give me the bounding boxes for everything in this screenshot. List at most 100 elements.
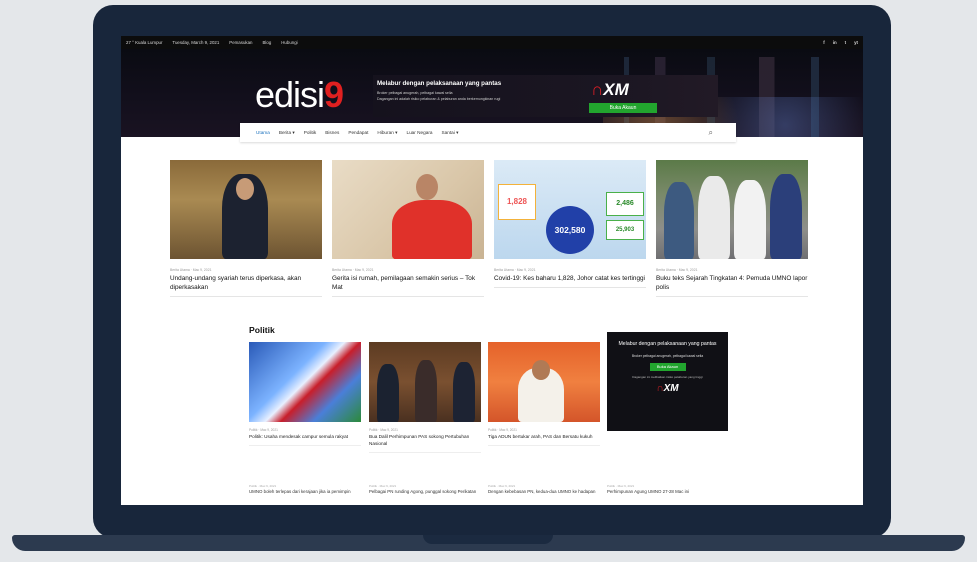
featured-image[interactable] xyxy=(332,160,484,259)
weather-text: 27 ° Kuala Lumpur xyxy=(126,40,163,45)
person-figure xyxy=(415,360,437,422)
nav-item-berita[interactable]: Berita ▾ xyxy=(279,130,295,136)
sidebar-ad-cta-button[interactable]: Buka Akaun xyxy=(649,363,686,371)
facebook-icon[interactable]: f xyxy=(823,40,824,45)
topbar-link-hubungi[interactable]: Hubungi xyxy=(281,40,297,45)
featured-image[interactable] xyxy=(170,160,322,259)
person-figure xyxy=(453,362,475,422)
politik-card[interactable]: Politik · Mac 9, 2021 Tiga ADUN bertukar… xyxy=(488,342,600,446)
list-item-meta: Politik · Mac 9, 2021 xyxy=(249,484,277,488)
featured-meta: Berita Utama · Mac 9, 2021 xyxy=(170,268,212,272)
list-item-meta: Politik · Mac 9, 2021 xyxy=(488,484,516,488)
site-logo[interactable]: edisi9 xyxy=(255,74,344,115)
topbar-link-pemasukan[interactable]: Pemasukan xyxy=(229,40,252,45)
nav-item-politik[interactable]: Politik xyxy=(304,130,317,135)
person-figure xyxy=(664,182,694,259)
divider xyxy=(494,287,646,288)
twitter-icon[interactable]: t xyxy=(845,40,846,45)
ad-cta-button[interactable]: Buka Akaun xyxy=(589,103,657,113)
header-ad-banner[interactable]: Melabur dengan pelaksanaan yang pantas B… xyxy=(373,75,718,117)
person-face xyxy=(532,360,550,380)
person-figure xyxy=(698,176,730,259)
main-nav: Utama Berita ▾ Politik Bisnes Pendapat H… xyxy=(240,123,736,142)
person-figure xyxy=(770,174,802,259)
sidebar-ad-brand: ∩XM xyxy=(607,383,728,394)
list-item-title[interactable]: UMNO boleh terlepas dari kerajaan jika i… xyxy=(249,489,359,495)
logo-accent: 9 xyxy=(324,74,344,115)
politik-headline[interactable]: Bua Dalil Perhimpunan PAS sokong Pertubu… xyxy=(369,433,481,447)
politik-meta: Politik · Mac 9, 2021 xyxy=(369,428,398,432)
politik-headline[interactable]: Tiga ADUN bertukar arah, PAS dan Bersatu… xyxy=(488,433,600,440)
ad-brand: ∩XM xyxy=(591,80,629,100)
list-item-title[interactable]: Dengan kebebasan PN, kedua-dua UMNO ke h… xyxy=(488,489,598,495)
nav-item-luar-negara[interactable]: Luar Negara xyxy=(406,130,432,135)
divider xyxy=(369,452,481,453)
laptop-notch xyxy=(423,535,553,544)
covid-recovered: 2,486 xyxy=(606,192,644,216)
covid-total: 302,580 xyxy=(546,206,594,254)
politik-image[interactable] xyxy=(369,342,481,422)
politik-headline[interactable]: Politik: Usaha mendesak campur semula ra… xyxy=(249,433,361,440)
featured-image[interactable] xyxy=(656,160,808,259)
featured-meta: Berita Utama · Mac 9, 2021 xyxy=(332,268,374,272)
nav-item-bisnes[interactable]: Bisnes xyxy=(325,130,339,135)
ad-brand-text: XM xyxy=(603,80,629,99)
ad-line-2: Dagangan ini adalah risiko pelaburan & p… xyxy=(377,97,501,101)
search-icon[interactable]: ⌕ xyxy=(709,128,713,138)
featured-headline[interactable]: Gerita isi rumah, pemilagaan semakin ser… xyxy=(332,274,484,292)
xm-logo-icon: ∩ xyxy=(656,383,664,394)
featured-card[interactable]: Berita Utama · Mac 9, 2021 Gerita isi ru… xyxy=(332,160,484,297)
sidebar-ad-note: Dagangan ini melibatkan risiko pelaburan… xyxy=(632,375,703,379)
sidebar-ad-brand-text: XM xyxy=(663,383,679,394)
sidebar-ad[interactable]: Melabur dengan pelaksanaan yang pantas B… xyxy=(607,332,728,431)
divider xyxy=(332,296,484,297)
featured-headline[interactable]: Undang-undang syariah terus diperkasa, a… xyxy=(170,274,322,292)
sidebar-ad-subtitle: Broker pelbagai anugerah, pelbagai kawal… xyxy=(631,354,704,358)
nav-item-pendapat[interactable]: Pendapat xyxy=(348,130,368,135)
list-item[interactable]: Politik · Mac 9, 2021 Dengan kebebasan P… xyxy=(488,484,598,495)
featured-card[interactable]: Berita Utama · Mac 9, 2021 Undang-undang… xyxy=(170,160,322,297)
featured-meta: Berita Utama · Mac 9, 2021 xyxy=(656,268,698,272)
list-item-meta: Politik · Mac 9, 2021 xyxy=(369,484,397,488)
divider xyxy=(170,296,322,297)
nav-item-santai[interactable]: Santai ▾ xyxy=(442,130,459,136)
featured-headline[interactable]: Covid-19: Kes baharu 1,828, Johor catat … xyxy=(494,274,646,283)
featured-image-covid[interactable]: 1,828 302,580 2,486 25,903 xyxy=(494,160,646,259)
featured-card[interactable]: 1,828 302,580 2,486 25,903 Berita Utama … xyxy=(494,160,646,288)
divider xyxy=(249,445,361,446)
person-figure xyxy=(734,180,766,259)
politik-image[interactable] xyxy=(249,342,361,422)
youtube-icon[interactable]: yt xyxy=(854,40,858,45)
logo-text: edisi xyxy=(255,74,325,115)
politik-card[interactable]: Politik · Mac 9, 2021 Bua Dalil Perhimpu… xyxy=(369,342,481,453)
featured-card[interactable]: Berita Utama · Mac 9, 2021 Buku teks Sej… xyxy=(656,160,808,297)
date-text: Tuesday, March 9, 2021 xyxy=(172,40,220,45)
instagram-icon[interactable]: in xyxy=(833,40,837,45)
person-face xyxy=(416,174,438,200)
xm-logo-icon: ∩ xyxy=(591,80,604,99)
list-item[interactable]: Politik · Mac 9, 2021 Perhimpunan Agung … xyxy=(607,484,717,495)
list-item[interactable]: Politik · Mac 9, 2021 Pelbagai PN rundin… xyxy=(369,484,479,495)
list-item-meta: Politik · Mac 9, 2021 xyxy=(607,484,635,488)
ad-title: Melabur dengan pelaksanaan yang pantas xyxy=(377,80,502,87)
nav-item-hiburan[interactable]: Hiburan ▾ xyxy=(377,130,397,136)
section-title-politik[interactable]: Politik xyxy=(249,325,275,335)
list-item[interactable]: Politik · Mac 9, 2021 UMNO boleh terlepa… xyxy=(249,484,359,495)
browser-screen: 27 ° Kuala Lumpur Tuesday, March 9, 2021… xyxy=(121,36,863,505)
politik-card[interactable]: Politik · Mac 9, 2021 Politik: Usaha men… xyxy=(249,342,361,446)
person-figure xyxy=(377,364,399,422)
politik-meta: Politik · Mac 9, 2021 xyxy=(488,428,517,432)
top-bar: 27 ° Kuala Lumpur Tuesday, March 9, 2021… xyxy=(121,36,863,49)
politik-image[interactable] xyxy=(488,342,600,422)
nav-item-utama[interactable]: Utama xyxy=(256,130,270,135)
sidebar-ad-title: Melabur dengan pelaksanaan yang pantas xyxy=(618,341,717,347)
politik-meta: Politik · Mac 9, 2021 xyxy=(249,428,278,432)
covid-active: 25,903 xyxy=(606,220,644,240)
topbar-link-blog[interactable]: Blog xyxy=(262,40,271,45)
person-face xyxy=(236,178,254,200)
featured-headline[interactable]: Buku teks Sejarah Tingkatan 4: Pemuda UM… xyxy=(656,274,808,292)
person-figure xyxy=(392,200,472,259)
list-item-title[interactable]: Perhimpunan Agung UMNO 27-28 Mac ini xyxy=(607,489,717,495)
divider xyxy=(656,296,808,297)
list-item-title[interactable]: Pelbagai PN runding Agong, punggal sokon… xyxy=(369,489,479,495)
